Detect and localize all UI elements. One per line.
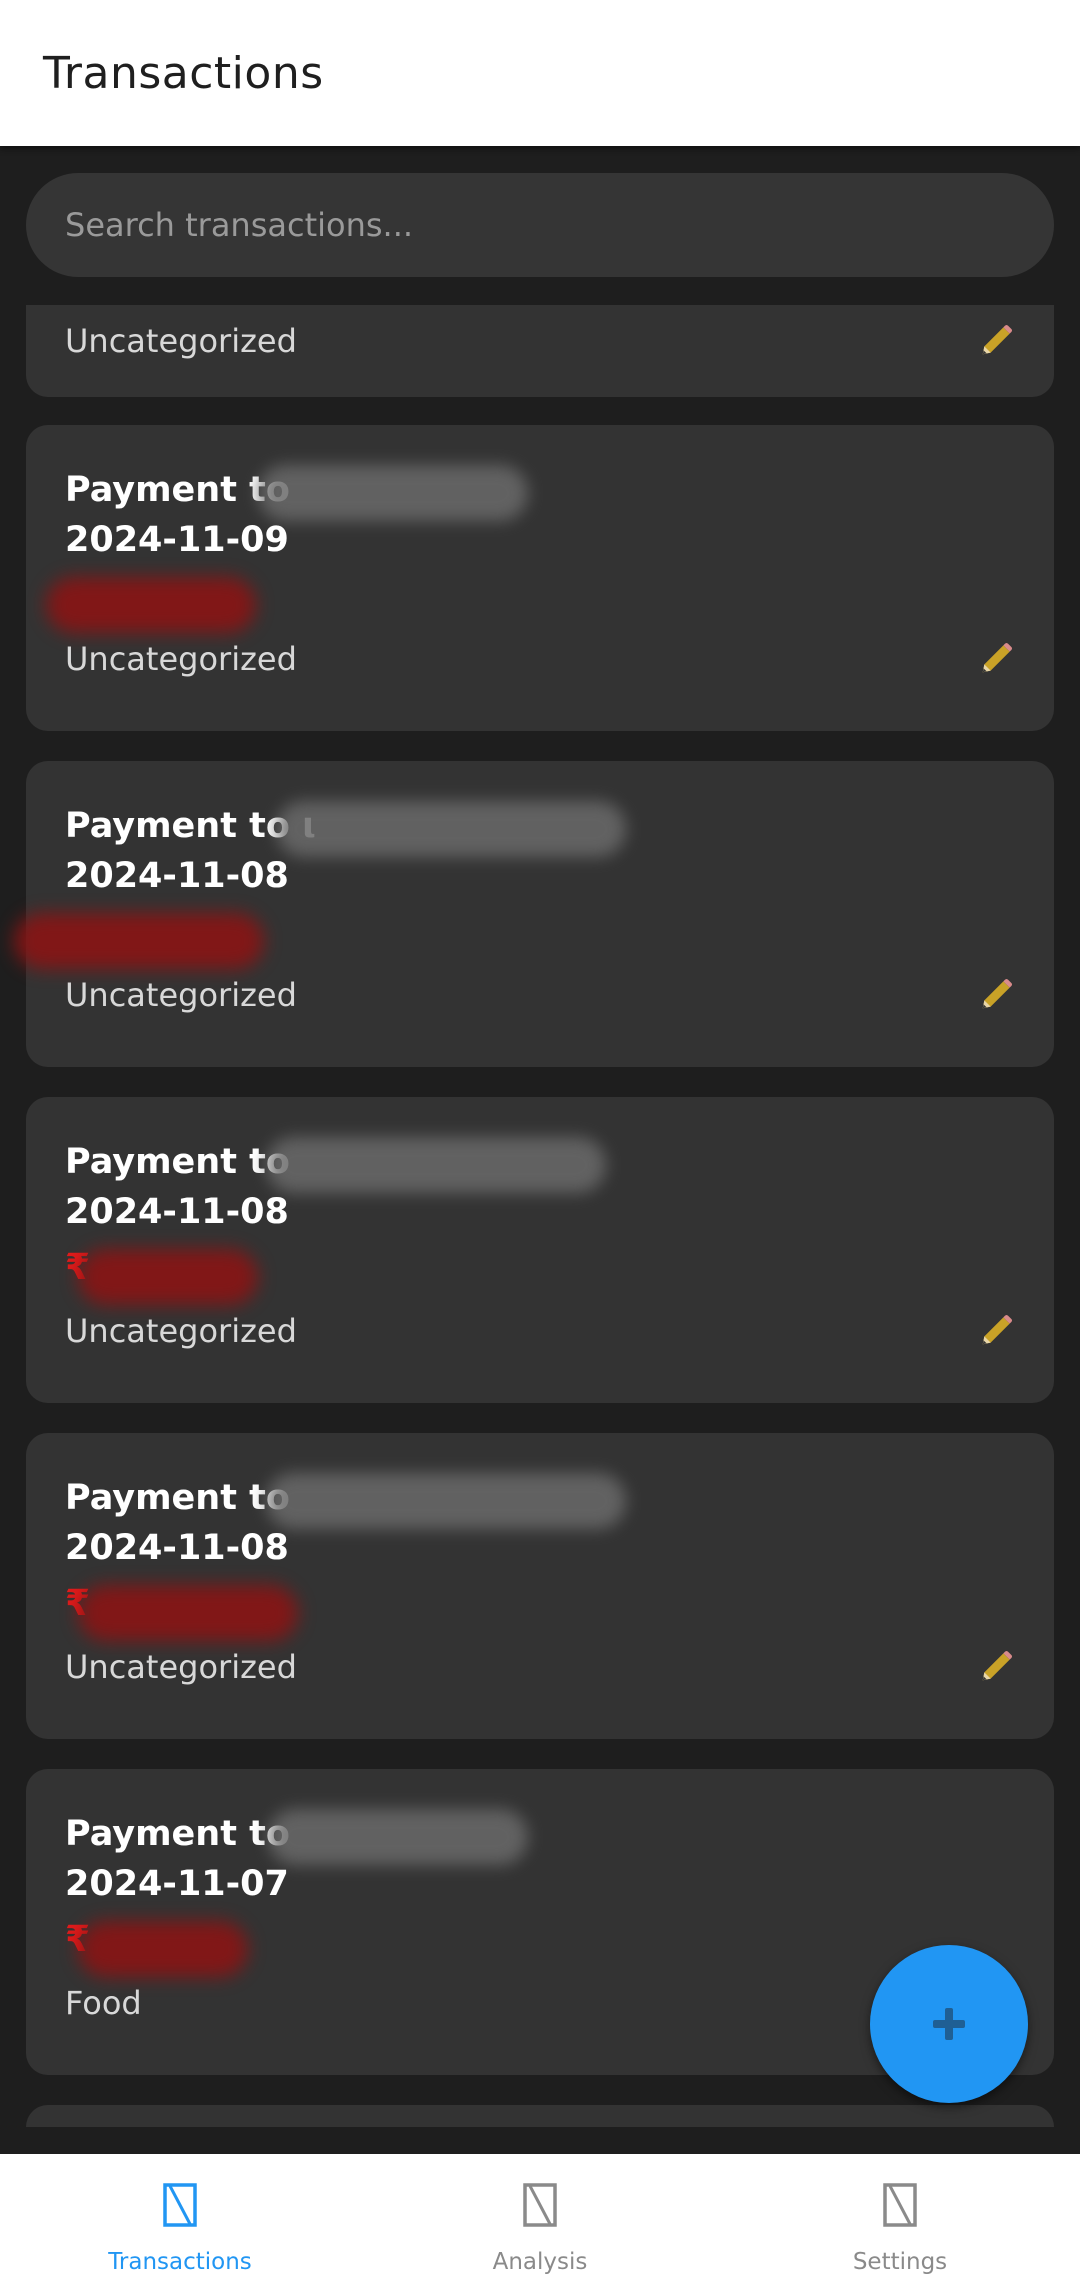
transaction-title: Payment to: [65, 470, 290, 510]
redacted-amount: [78, 1585, 298, 1641]
redacted-amount: [78, 1249, 258, 1305]
transaction-date: 2024-11-09: [65, 520, 289, 560]
app-root: Transactions Uncategorized Payment to 20…: [0, 0, 1080, 2282]
search-bar[interactable]: [26, 173, 1054, 277]
transaction-card[interactable]: Payment to 2024-11-09 Uncategorized: [26, 425, 1054, 731]
transaction-card[interactable]: Payment to 2024-11-08 ₹ Uncategorized: [26, 1433, 1054, 1739]
pencil-icon[interactable]: [978, 1647, 1016, 1685]
transaction-title: Payment to: [65, 1478, 290, 1518]
redacted-payee: [266, 1137, 606, 1193]
redacted-payee: [276, 801, 626, 857]
pencil-icon[interactable]: [978, 975, 1016, 1013]
redacted-amount: [78, 1921, 248, 1977]
transaction-card[interactable]: [26, 2105, 1054, 2127]
redacted-amount: [14, 913, 264, 969]
transaction-card[interactable]: Payment to ι 2024-11-08 Uncategorized: [14, 761, 1054, 1067]
transaction-category: Uncategorized: [65, 1312, 297, 1350]
transaction-date: 2024-11-08: [65, 1192, 289, 1232]
nav-item-analysis[interactable]: Analysis: [360, 2154, 720, 2282]
pencil-icon[interactable]: [978, 1311, 1016, 1349]
add-transaction-button[interactable]: [870, 1945, 1028, 2103]
app-bar: Transactions: [0, 0, 1080, 146]
search-input[interactable]: [26, 173, 1054, 277]
nav-item-settings[interactable]: Settings: [720, 2154, 1080, 2282]
nav-label: Analysis: [492, 2249, 588, 2275]
transaction-category: Uncategorized: [65, 1648, 297, 1686]
redacted-payee: [268, 1809, 528, 1865]
transaction-date: 2024-11-08: [65, 1528, 289, 1568]
nav-label: Transactions: [108, 2249, 252, 2275]
transaction-date: 2024-11-08: [65, 856, 289, 896]
transaction-date: 2024-11-07: [65, 1864, 289, 1904]
redacted-payee: [258, 465, 528, 521]
transactions-icon: [163, 2183, 197, 2227]
nav-label: Settings: [852, 2249, 948, 2275]
redacted-payee: [266, 1473, 626, 1529]
pencil-icon[interactable]: [978, 321, 1016, 359]
transaction-title: Payment to: [65, 1814, 290, 1854]
transaction-category: Food: [65, 1984, 142, 2022]
bottom-navigation: Transactions Analysis Settings: [0, 2154, 1080, 2282]
plus-icon: [933, 2008, 965, 2040]
transaction-category: Uncategorized: [65, 640, 297, 678]
pencil-icon[interactable]: [978, 639, 1016, 677]
analysis-icon: [523, 2183, 557, 2227]
settings-icon: [883, 2183, 917, 2227]
transaction-category: Uncategorized: [65, 322, 297, 360]
transaction-title: Payment to: [65, 1142, 290, 1182]
transaction-category: Uncategorized: [65, 976, 297, 1014]
redacted-amount: [46, 577, 256, 633]
page-title: Transactions: [43, 48, 324, 99]
transaction-card[interactable]: Payment to 2024-11-08 ₹ Uncategorized: [26, 1097, 1054, 1403]
transaction-list[interactable]: Uncategorized Payment to 2024-11-09 Unca…: [0, 305, 1080, 2127]
transaction-card[interactable]: Uncategorized: [26, 305, 1054, 397]
nav-item-transactions[interactable]: Transactions: [0, 2154, 360, 2282]
